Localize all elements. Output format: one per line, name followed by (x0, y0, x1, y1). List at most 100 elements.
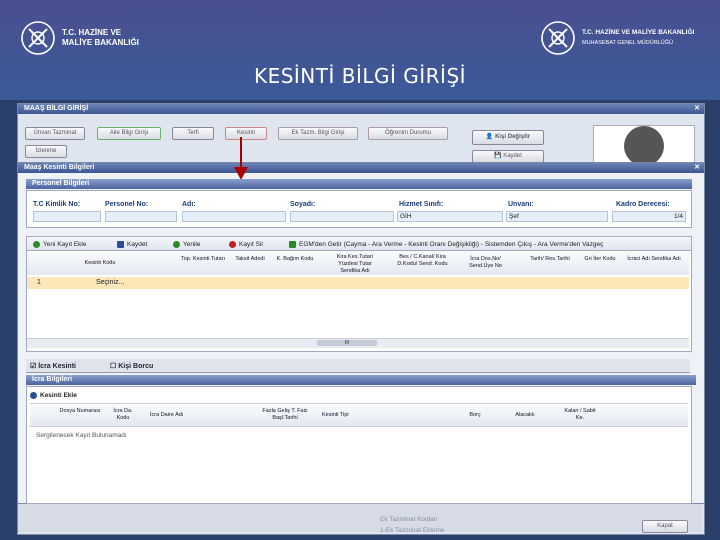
scroll-thumb[interactable]: III (317, 340, 377, 346)
import-icon (289, 240, 296, 248)
horizontal-scrollbar[interactable]: III (27, 338, 689, 348)
personnel-no-label: Personel No: (105, 201, 149, 208)
col-tarih[interactable]: Tarih/ Res.Tarihi (525, 256, 575, 263)
tckn-label: T.C Kimlik No: (33, 201, 81, 208)
name-label: Adı: (182, 201, 196, 208)
col-kalan[interactable]: Kalan / Sabit Ke. (560, 408, 600, 422)
tab-unvan-tazminat[interactable]: Ünvan Tazminat (25, 127, 85, 140)
change-person-button[interactable]: 👤 Kişi Değiştir (472, 130, 544, 145)
col-alacakli[interactable]: Alacaklı (505, 412, 545, 419)
service-class-field[interactable]: GİH (397, 211, 503, 222)
refresh-icon (173, 240, 180, 248)
col-kesinti-tipi[interactable]: Kesinti Tipi (322, 412, 372, 419)
col-kira-kes[interactable]: Kira Kes.Tutar/ Yüzdesi Tutar Sendika Ad… (330, 254, 380, 275)
avatar (624, 126, 664, 166)
tckn-field[interactable] (33, 211, 101, 222)
icra-empty-message: Sergilenecek Kayıt Bulunamadı (36, 432, 127, 439)
outer-save-label: Kaydet (503, 153, 522, 159)
close-button[interactable]: Kapat (642, 520, 688, 533)
personal-section-header: Personel Bilgileri (26, 179, 692, 189)
right-logo-line1: T.C. HAZİNE VE MALİYE BAKANLIĞI (582, 29, 695, 36)
person-search-icon: 👤 (485, 134, 496, 140)
col-toplam-tutar[interactable]: Top. Kesinti Tutarı (178, 256, 228, 263)
right-logo: T.C. HAZİNE VE MALİYE BAKANLIĞI MUHASEBA… (540, 18, 694, 58)
add-icon (33, 240, 40, 248)
right-logo-line2: MUHASEBAT GENEL MÜDÜRLÜĞÜ (582, 40, 673, 46)
modal-titlebar: Maaş Kesinti Bilgileri ✕ (18, 163, 704, 173)
footer-ek-tazminat-ekleme: 1-Ek Tazminat Ekleme (380, 527, 445, 534)
name-field[interactable] (182, 211, 286, 222)
delete-record-label: Kayıt Sil (239, 240, 263, 248)
tab-ek-tazminat[interactable]: Ek Tazm. Bilgi Girişi (278, 127, 358, 140)
add-icon (30, 392, 37, 399)
save-record-button[interactable]: Kaydet (117, 237, 147, 251)
title-field[interactable]: Şef (506, 211, 608, 222)
add-kesinti-label: Kesinti Ekle (40, 392, 77, 399)
ministry-emblem-icon (541, 21, 575, 55)
row-number: 1 (37, 279, 41, 286)
tab-kisi-borcu-label: Kişi Borcu (118, 363, 154, 370)
save-record-label: Kaydet (127, 240, 148, 248)
table-row[interactable] (27, 277, 689, 289)
delete-icon (229, 240, 236, 248)
add-record-label: Yeni Kayıt Ekle (43, 240, 87, 248)
outer-footer (18, 504, 702, 532)
refresh-label: Yenile (183, 240, 201, 248)
save-icon (117, 240, 124, 248)
add-kesinti-button[interactable]: Kesinti Ekle (30, 392, 77, 399)
change-person-label: Kişi Değiştir (495, 134, 531, 140)
col-dosya-no[interactable]: Dosya Numarası (50, 408, 110, 415)
footer-ek-tazminat-kodlari: Ek Tazminat Kodları (380, 516, 438, 523)
left-logo-line1: T.C. HAZİNE VE (62, 28, 122, 37)
col-icraci-adi[interactable]: İcraci Adı Sendika Adı (625, 256, 683, 263)
surname-field[interactable] (290, 211, 394, 222)
tab-kisi-borcu[interactable]: ☐ Kişi Borcu (110, 362, 153, 370)
left-logo-line2: MALİYE BAKANLIĞI (62, 38, 139, 47)
outer-window-titlebar: MAAŞ BİLGİ GİRİŞİ ✕ (18, 104, 704, 114)
col-iter-kodu[interactable]: Gri İter Kodu (580, 256, 620, 263)
personnel-no-field[interactable] (105, 211, 177, 222)
personal-panel (26, 190, 692, 228)
tab-ogrenim[interactable]: Öğrenim Durumu (368, 127, 448, 140)
col-icra-da-kodu[interactable]: İcra Da. Kodu (108, 408, 138, 422)
delete-record-button[interactable]: Kayıt Sil (229, 237, 263, 251)
egm-import-button[interactable]: EGM'den Getir (Cayma - Ara Verme - Kesin… (289, 237, 687, 251)
kesinti-kodu-select[interactable]: Seçiniz... (96, 279, 124, 286)
close-icon[interactable]: ✕ (694, 104, 700, 114)
degree-label: Kadro Derecesi: (616, 201, 670, 208)
save-icon: 💾 (494, 153, 504, 159)
checkbox-icon: ☐ (110, 363, 119, 370)
col-bagim-kodu[interactable]: K. Bağım Kodu (275, 256, 315, 263)
col-kesinti-kodu[interactable]: Kesinti Kodu (60, 260, 140, 267)
icra-section-header: İcra Bilgileri (26, 375, 696, 385)
photo-frame (593, 125, 695, 166)
service-class-label: Hizmet Sınıfı: (399, 201, 444, 208)
col-faiz-tarihi[interactable]: Fazla Geliş T. Faiz Başl.Tarihi (255, 408, 315, 422)
add-record-button[interactable]: Yeni Kayıt Ekle (33, 237, 86, 251)
col-taksit-adedi[interactable]: Taksit Adedi (230, 256, 270, 263)
tab-izlenme[interactable]: İzlenme (25, 145, 67, 158)
page-title: KESİNTİ BİLGİ GİRİŞİ (253, 64, 467, 88)
icra-section-title: İcra Bilgileri (32, 376, 73, 383)
surname-label: Soyadı: (290, 201, 316, 208)
ministry-emblem-icon (21, 21, 55, 55)
checkbox-icon: ☑ (30, 363, 39, 370)
title-label: Unvanı: (508, 201, 534, 208)
pointer-arrow-icon (234, 137, 248, 180)
tab-terfi[interactable]: Terfi (172, 127, 214, 140)
tab-icra-kesinti[interactable]: ☑ İcra Kesinti (30, 362, 76, 370)
egm-import-label: EGM'den Getir (Cayma - Ara Verme - Kesin… (299, 240, 604, 248)
personal-section-title: Personel Bilgileri (32, 180, 90, 187)
col-bes-kodu[interactable]: Bes / C.Kanal/ Kira D.Kodu/ Send. Kodu (395, 254, 450, 268)
col-icra-dos-no[interactable]: İcra Dos.No/ Send.Üye No (458, 256, 513, 270)
col-borc[interactable]: Borç (460, 412, 490, 419)
tab-icra-kesinti-label: İcra Kesinti (38, 363, 76, 370)
outer-window-title: MAAŞ BİLGİ GİRİŞİ (24, 105, 89, 112)
left-logo: T.C. HAZİNE VE MALİYE BAKANLIĞI (20, 18, 139, 58)
degree-field[interactable]: 1/4 (612, 211, 686, 222)
col-icra-daire-adi[interactable]: İcra Daire Adı (150, 412, 210, 419)
refresh-button[interactable]: Yenile (173, 237, 200, 251)
close-icon[interactable]: ✕ (694, 163, 700, 173)
modal-title: Maaş Kesinti Bilgileri (24, 164, 95, 171)
tab-aile-bilgi[interactable]: Aile Bilgi Girişi (97, 127, 161, 140)
